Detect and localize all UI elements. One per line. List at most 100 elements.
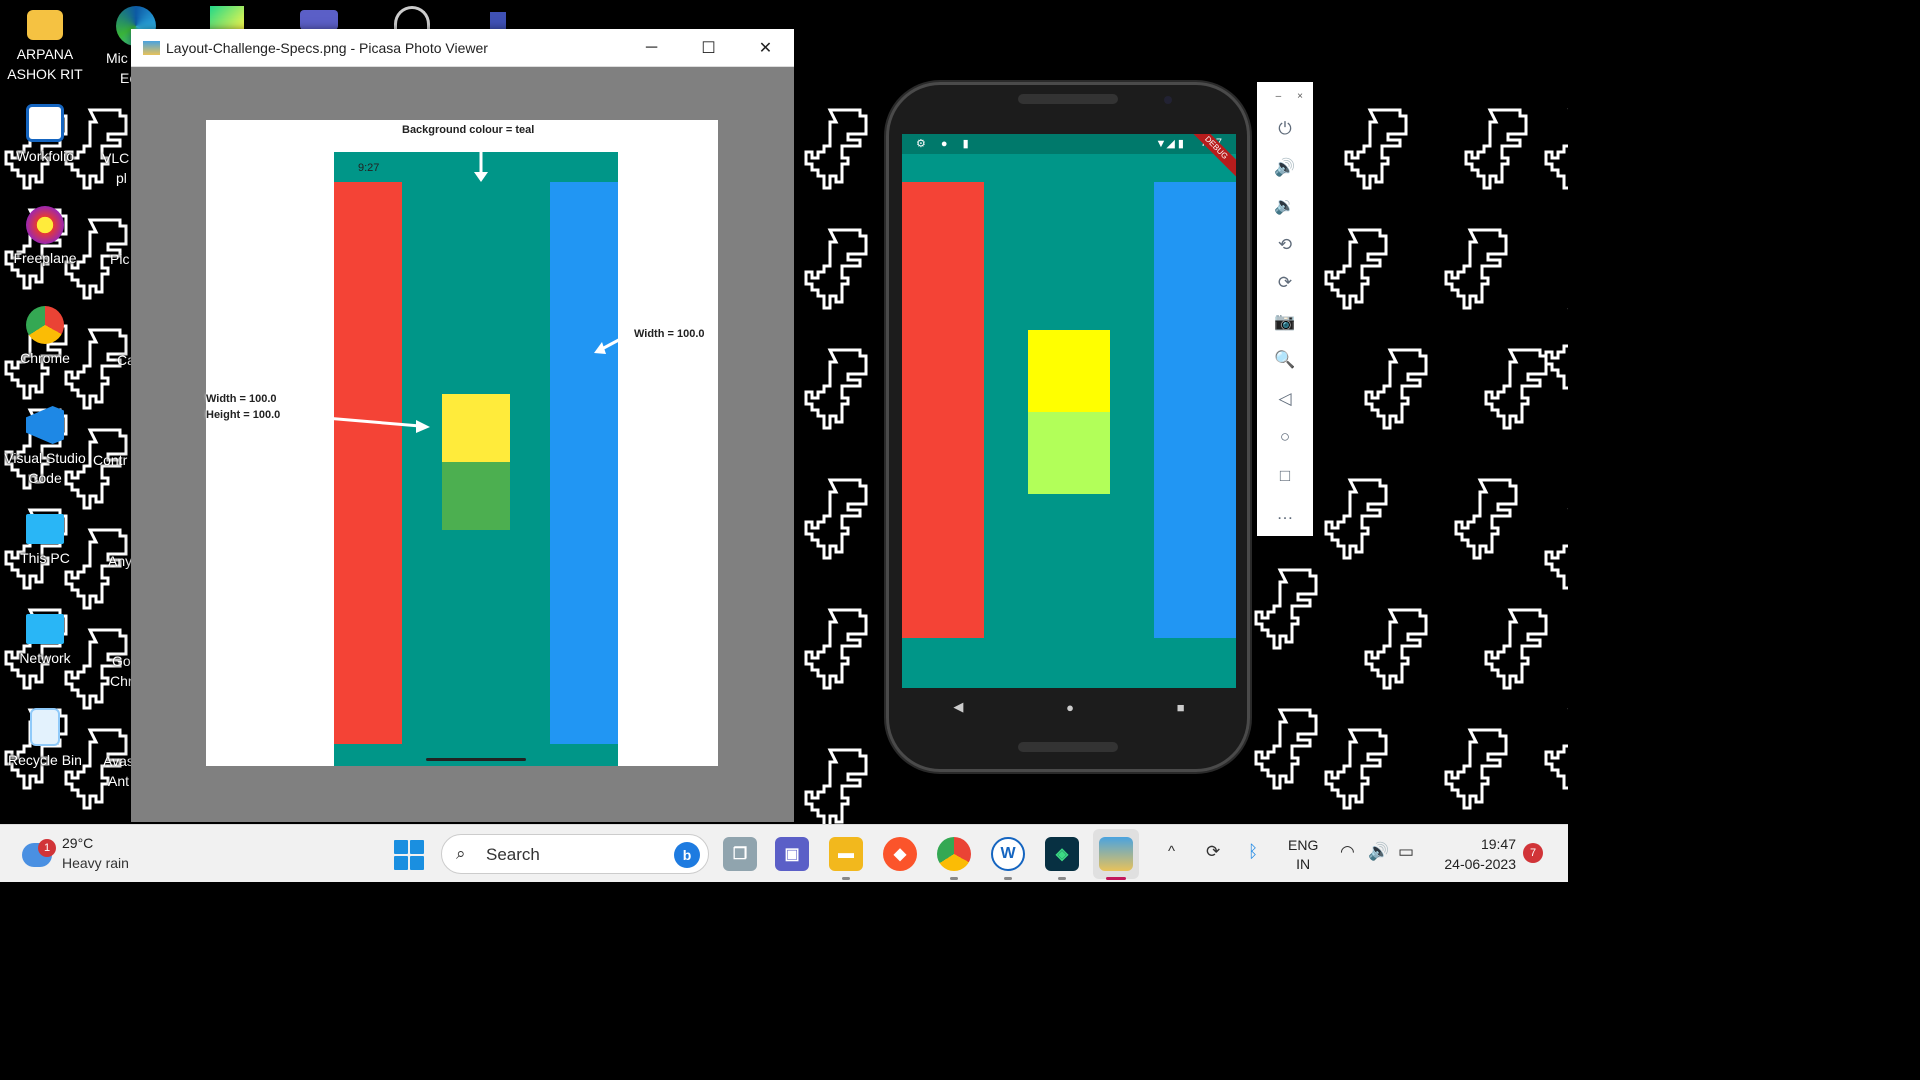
overview-icon[interactable]: □ xyxy=(1257,457,1313,496)
file-explorer-icon[interactable]: ▬ xyxy=(829,837,863,871)
pycharm-icon xyxy=(210,6,244,30)
desktop-partial-label: VLC xyxy=(102,150,130,166)
dino-shape xyxy=(804,478,868,560)
maximize-button[interactable]: ☐ xyxy=(680,29,737,67)
light-green-container xyxy=(1028,412,1110,494)
volume-down-icon[interactable]: 🔉 xyxy=(1257,187,1313,226)
task-view-icon[interactable]: ❐ xyxy=(723,837,757,871)
desktop-icon-workfolio[interactable]: Workfolio xyxy=(0,104,90,166)
phone-status-bar: ⚙ ● ▮ ▼◢ ▮ 7:47 DEBUG xyxy=(902,134,1236,181)
rotate-left-icon[interactable]: ⟲ xyxy=(1257,226,1313,265)
window-title: Layout-Challenge-Specs.png - Picasa Phot… xyxy=(166,39,488,56)
emulator-toolbar[interactable]: – × ⏻ 🔊 🔉 ⟲ ⟳ 📷 🔍 ◁ ○ □ … xyxy=(1257,82,1313,536)
desktop-partial-label: Contr xyxy=(93,452,128,468)
taskbar: 1 29°C Heavy rain ⌕ Search b ❐ ▣ ▬ ◆ W ◈… xyxy=(0,824,1568,882)
dino-shape xyxy=(1254,708,1318,790)
home-icon[interactable]: ○ xyxy=(1257,418,1313,457)
dino-shape xyxy=(1324,228,1388,310)
dino-shape xyxy=(1544,108,1568,190)
bluetooth-icon[interactable]: ᛒ xyxy=(1248,842,1258,862)
search-icon: ⌕ xyxy=(456,844,466,863)
minimize-button[interactable]: ─ xyxy=(623,29,680,67)
emulator-close-button[interactable]: × xyxy=(1297,91,1303,102)
dino-shape xyxy=(1364,348,1428,430)
windows-logo-tile xyxy=(410,840,424,854)
arrow-right xyxy=(301,414,421,428)
windows-logo-tile xyxy=(394,840,408,854)
weather-temp: 29°C xyxy=(62,835,94,851)
phone-screen[interactable]: ⚙ ● ▮ ▼◢ ▮ 7:47 DEBUG xyxy=(902,134,1236,688)
brave-icon[interactable]: ◆ xyxy=(883,837,917,871)
teams-icon xyxy=(300,10,338,30)
sync-icon[interactable]: ⟳ xyxy=(1206,842,1220,862)
chrome-taskbar-icon[interactable] xyxy=(937,837,971,871)
desktop-icon-freeplane[interactable]: Freeplane xyxy=(0,206,90,268)
nav-recents-button[interactable]: ■ xyxy=(1177,700,1185,715)
picasa-titlebar[interactable]: Layout-Challenge-Specs.png - Picasa Phot… xyxy=(131,29,794,67)
desktop-partial-label: Mic xyxy=(106,50,128,66)
nav-back-button[interactable]: ◀ xyxy=(953,699,963,715)
desktop-icon-this-pc[interactable]: This PC xyxy=(0,508,90,568)
show-hidden-icons-button[interactable]: ^ xyxy=(1168,843,1175,860)
arrow-down-head xyxy=(474,172,488,182)
desktop-icon-recycle-bin[interactable]: Recycle Bin xyxy=(0,708,90,770)
volume-up-icon[interactable]: 🔊 xyxy=(1257,149,1313,188)
battery-icon[interactable]: ▭ xyxy=(1398,842,1414,862)
picasa-window[interactable]: Layout-Challenge-Specs.png - Picasa Phot… xyxy=(131,29,794,822)
desktop-partial-label: Pic xyxy=(110,251,130,267)
android-emulator[interactable]: ⚙ ● ▮ ▼◢ ▮ 7:47 DEBUG ◀ ● ■ xyxy=(886,82,1250,772)
camera-icon[interactable]: 📷 xyxy=(1257,303,1313,342)
dino-shape xyxy=(1254,568,1318,650)
windows-logo-tile xyxy=(410,856,424,870)
start-button[interactable] xyxy=(394,840,424,870)
desktop-icon-folder[interactable]: ARPANA ASHOK RIT xyxy=(0,6,90,84)
monitor-icon xyxy=(26,514,64,544)
dino-shape xyxy=(804,748,868,824)
network-icon xyxy=(26,614,64,644)
status-right-icons: ▼◢ ▮ xyxy=(1155,138,1184,150)
blue-container xyxy=(1154,182,1236,638)
emulator-minimize-button[interactable]: – xyxy=(1276,91,1282,102)
desktop-icon-vscode[interactable]: Visual Studio Code xyxy=(0,406,90,488)
weather-badge: 1 xyxy=(38,839,56,857)
region-code: IN xyxy=(1296,856,1311,872)
zoom-icon[interactable]: 🔍 xyxy=(1257,341,1313,380)
language-indicator[interactable]: ENG IN xyxy=(1288,836,1318,874)
back-icon[interactable]: ◁ xyxy=(1257,380,1313,419)
more-icon[interactable]: … xyxy=(1257,495,1313,534)
workfolio-taskbar-icon[interactable]: W xyxy=(991,837,1025,871)
taskbar-search[interactable]: ⌕ Search b xyxy=(441,834,709,874)
desktop-icon-chrome[interactable]: Chrome xyxy=(0,306,90,368)
wifi-icon[interactable]: ◠ xyxy=(1340,842,1355,862)
dino-shape xyxy=(804,228,868,310)
dino-shape xyxy=(1344,108,1408,190)
picasa-taskbar-icon[interactable] xyxy=(1099,837,1133,871)
desktop-icon-label: ARPANA ASHOK RIT xyxy=(7,46,83,82)
rotate-right-icon[interactable]: ⟳ xyxy=(1257,264,1313,303)
freeplane-icon xyxy=(26,206,64,244)
desktop-icon-label: Visual Studio Code xyxy=(4,450,86,486)
phone-speaker xyxy=(1018,94,1118,104)
desktop-partial-label: Avas xyxy=(103,753,134,769)
teams-chat-icon[interactable]: ▣ xyxy=(775,837,809,871)
power-icon[interactable]: ⏻ xyxy=(1257,110,1313,149)
clock[interactable]: 19:47 24-06-2023 xyxy=(1436,834,1516,874)
volume-icon[interactable]: 🔊 xyxy=(1368,842,1389,862)
red-container xyxy=(902,182,984,638)
phone-speaker-bottom xyxy=(1018,742,1118,752)
phone-nav-bar: ◀ ● ■ xyxy=(902,688,1236,726)
android-studio-icon[interactable]: ◈ xyxy=(1045,837,1079,871)
running-indicator xyxy=(842,877,850,880)
bing-icon[interactable]: b xyxy=(674,842,700,868)
notification-badge[interactable]: 7 xyxy=(1523,843,1543,863)
desktop-icon-label: Recycle Bin xyxy=(8,752,82,768)
weather-widget[interactable]: 1 29°C Heavy rain xyxy=(20,833,160,875)
nav-home-button[interactable]: ● xyxy=(1066,700,1074,715)
vscode-icon xyxy=(26,406,64,444)
desktop-icon-network[interactable]: Network xyxy=(0,608,90,668)
close-button[interactable]: ✕ xyxy=(737,29,794,67)
arrow-left xyxy=(599,333,629,352)
desktop-icon-label: Network xyxy=(19,650,71,666)
desktop-partial-label: Any xyxy=(108,553,133,569)
arrow-right-head xyxy=(416,420,430,433)
